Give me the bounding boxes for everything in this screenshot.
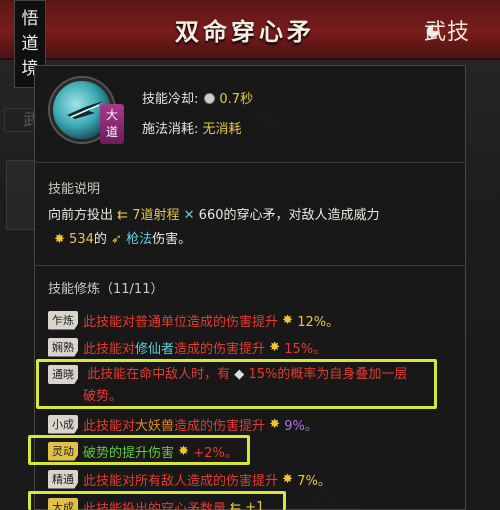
skill-description: 向前方投出 ⇇ 7道射程 ✕ 660的穿心矛，对敌人造成威力 ✸ 534的 ➶ … <box>48 208 380 247</box>
highlight-box <box>36 359 437 409</box>
description-label: 技能说明 <box>48 182 101 197</box>
tier-badge: 大道 <box>100 104 124 144</box>
highlight-box <box>28 491 286 510</box>
cultivation-label: 技能修炼（11/11） <box>48 282 164 297</box>
skill-title: 双命穿心矛 <box>175 17 315 46</box>
spear-icon: ➶ <box>111 232 122 247</box>
power-icon: ✸ <box>269 339 281 355</box>
cultivation-row: 乍炼 此技能对普通单位造成的伤害提升 ✸ 12%。 <box>48 309 339 331</box>
power-icon: ✸ <box>269 416 281 432</box>
clock-icon <box>204 93 216 104</box>
cultivation-row: 精通 此技能对所有敌人造成的伤害提升 ✸ 7%。 <box>48 468 331 490</box>
arrows-icon: ⇇ <box>117 208 129 223</box>
header-bar: 双命穿心矛 武技 <box>0 0 500 60</box>
cooldown-stat: 技能冷却: 0.7秒 <box>142 92 254 107</box>
power-icon: ✸ <box>282 312 294 328</box>
cost-stat: 施法消耗: 无消耗 <box>142 122 242 137</box>
power-icon: ✸ <box>54 232 65 247</box>
power-icon: ✸ <box>282 471 294 487</box>
range-icon: ✕ <box>183 208 195 223</box>
divider <box>34 162 466 163</box>
cultivation-row: 娴熟 此技能对 修仙者 造成的伤害提升 ✸ 15%。 <box>48 336 326 358</box>
cultivation-row: 小成 此技能对 大妖兽 造成的伤害提升 ✸ 9%。 <box>48 413 318 435</box>
highlight-box <box>28 435 250 465</box>
tab-martial-skill[interactable]: 武技 <box>424 14 470 46</box>
divider <box>34 265 466 266</box>
